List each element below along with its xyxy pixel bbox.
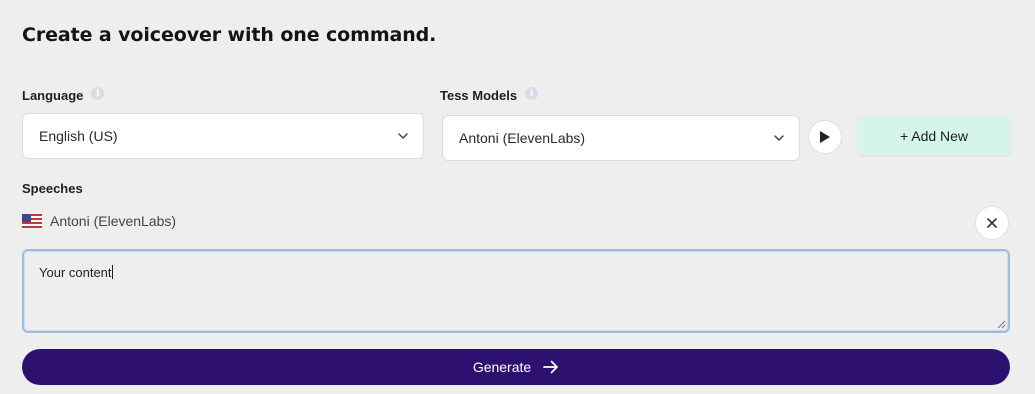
speech-content-textarea[interactable]: Your content	[22, 249, 1010, 333]
speech-voice-row: Antoni (ElevenLabs)	[22, 213, 176, 229]
play-icon	[820, 131, 830, 143]
model-selected-value: Antoni (ElevenLabs)	[459, 130, 586, 146]
info-icon[interactable]: i	[525, 87, 539, 100]
us-flag-icon	[22, 214, 42, 228]
remove-speech-button[interactable]	[975, 206, 1009, 240]
language-selected-value: English (US)	[39, 128, 118, 144]
arrow-right-icon	[543, 360, 559, 374]
info-icon[interactable]: i	[91, 87, 105, 100]
language-label: Language	[22, 88, 84, 103]
models-label: Tess Models	[440, 88, 518, 103]
speeches-label: Speeches	[22, 181, 83, 196]
language-label-group: Language i	[22, 87, 105, 103]
models-label-group: Tess Models i	[440, 87, 539, 103]
chevron-down-icon	[774, 135, 784, 141]
voiceover-page: Create a voiceover with one command. Lan…	[0, 0, 1035, 394]
generate-label: Generate	[472, 359, 532, 375]
page-title: Create a voiceover with one command.	[22, 24, 437, 46]
resize-handle-icon[interactable]	[996, 319, 1006, 329]
speech-content-text: Your content	[39, 265, 112, 280]
play-preview-button[interactable]	[808, 120, 842, 154]
model-select[interactable]: Antoni (ElevenLabs)	[442, 115, 800, 161]
speech-voice-name: Antoni (ElevenLabs)	[50, 213, 177, 229]
close-icon	[987, 218, 997, 228]
text-caret	[111, 265, 113, 279]
generate-button[interactable]: Generate	[22, 349, 1010, 385]
add-new-button[interactable]: + Add New	[858, 116, 1010, 155]
add-new-label: + Add New	[899, 127, 969, 144]
language-select[interactable]: English (US)	[22, 113, 424, 159]
chevron-down-icon	[398, 133, 408, 139]
